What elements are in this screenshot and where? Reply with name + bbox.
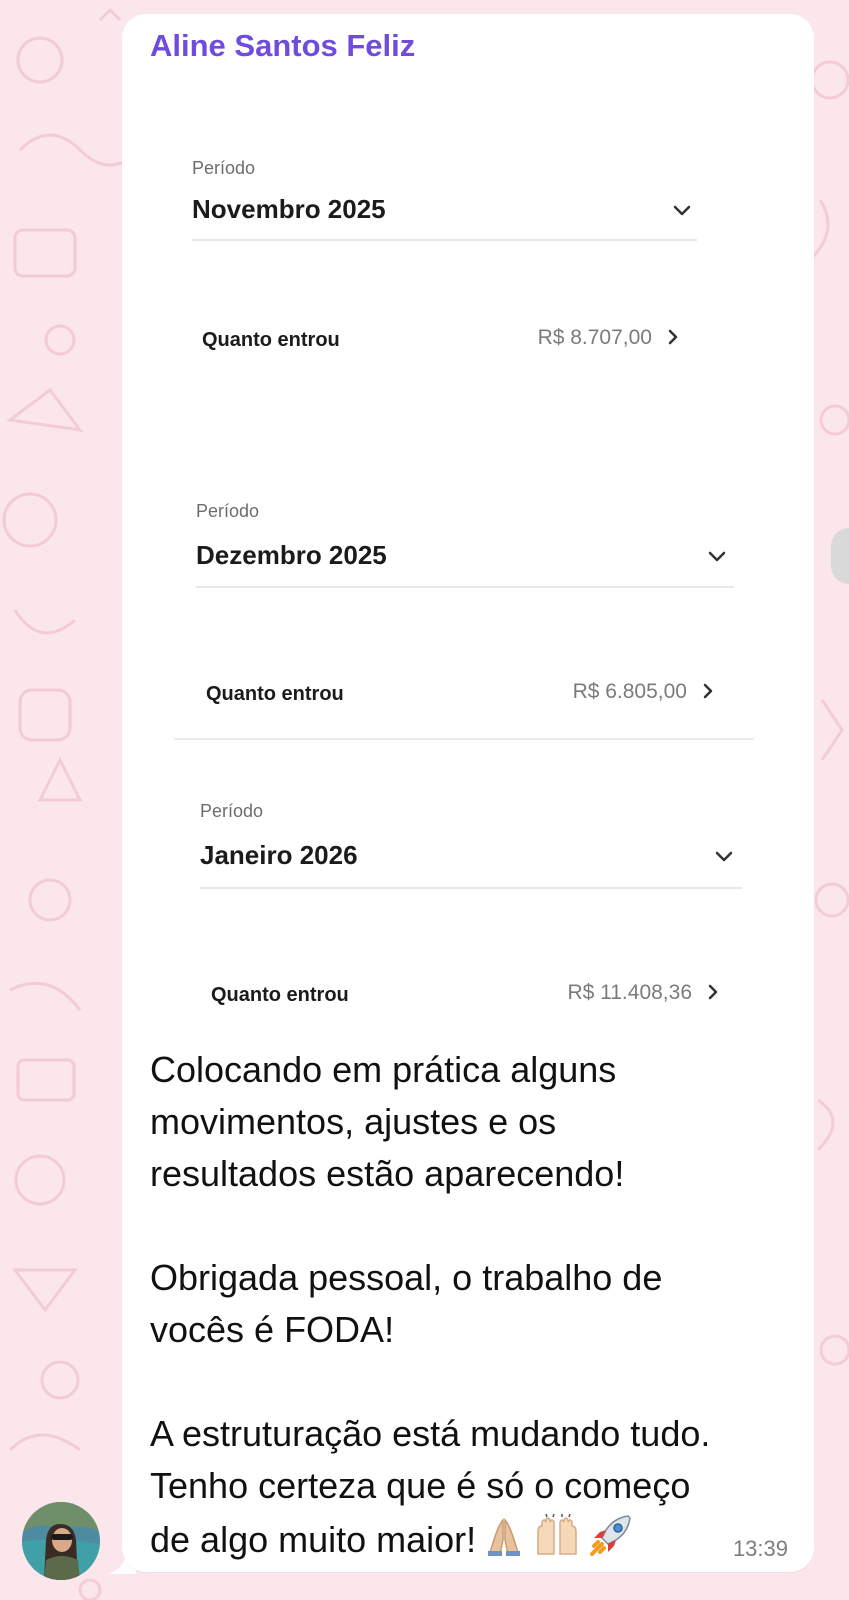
- period-label: Período: [192, 158, 256, 178]
- income-label: Quanto entrou: [202, 329, 340, 351]
- message-line: movimentos, ajustes e os: [150, 1101, 557, 1142]
- message-line-text: de algo muito maior!: [150, 1519, 477, 1560]
- period-label: Período: [200, 801, 264, 821]
- period-value: Janeiro 2026: [200, 840, 358, 870]
- period-section: Período Dezembro 2025 Quanto entrou R$ 6…: [122, 366, 814, 726]
- income-label: Quanto entrou: [206, 683, 344, 705]
- period-underline: [200, 887, 742, 889]
- message-line: Obrigada pessoal, o trabalho de: [150, 1257, 663, 1298]
- period-value: Dezembro 2025: [196, 540, 387, 570]
- avatar-image: [22, 1502, 100, 1580]
- rocket-icon: [590, 1515, 631, 1556]
- income-value: R$ 11.408,36: [567, 981, 692, 1004]
- period-label: Período: [196, 501, 260, 521]
- chevron-right-icon: [703, 683, 713, 699]
- message-line: vocês é FODA!: [150, 1309, 395, 1350]
- chevron-right-icon: [708, 984, 718, 1000]
- period-underline: [196, 586, 734, 588]
- message-line: Tenho certeza que é só o começo: [150, 1465, 691, 1506]
- sender-name[interactable]: Aline Santos Feliz: [150, 28, 415, 64]
- income-value: R$ 8.707,00: [537, 326, 652, 349]
- attached-screenshot[interactable]: Período Novembro 2025 Quanto entrou R$ 8…: [122, 86, 814, 1036]
- message-line: resultados estão aparecendo!: [150, 1153, 625, 1194]
- message-text[interactable]: Colocando em prática alguns movimentos, …: [150, 1044, 800, 1566]
- folded-hands-icon: [488, 1517, 521, 1556]
- chevron-right-icon: [668, 329, 678, 345]
- chevron-down-icon: [708, 551, 726, 562]
- scroll-handle[interactable]: [831, 528, 849, 584]
- message-line: A estruturação está mudando tudo.: [150, 1413, 711, 1454]
- income-label: Quanto entrou: [211, 984, 349, 1006]
- message-bubble[interactable]: Aline Santos Feliz Período Novembro 2025…: [122, 14, 814, 1572]
- message-timestamp: 13:39: [732, 1536, 788, 1561]
- period-underline: [192, 239, 697, 241]
- message-line: Colocando em prática alguns: [150, 1049, 617, 1090]
- chevron-down-icon: [715, 851, 733, 862]
- period-value: Novembro 2025: [192, 194, 386, 224]
- period-section: Período Novembro 2025 Quanto entrou R$ 8…: [122, 86, 814, 366]
- raising-hands-icon: [537, 1514, 577, 1555]
- message-line-last: de algo muito maior!: [150, 1512, 800, 1566]
- income-value: R$ 6.805,00: [572, 680, 687, 703]
- sender-avatar[interactable]: [22, 1502, 100, 1580]
- period-section: Período Janeiro 2026 Quanto entrou R$ 11…: [122, 726, 814, 1036]
- chevron-down-icon: [673, 205, 691, 216]
